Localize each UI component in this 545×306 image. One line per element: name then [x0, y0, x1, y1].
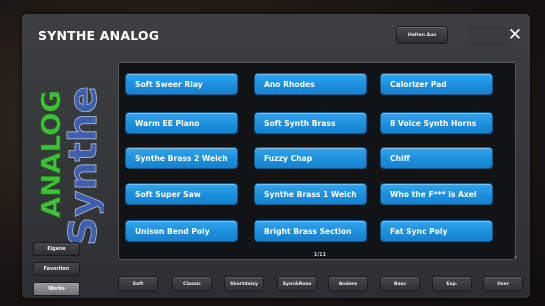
sound-tile[interactable]: Chiff	[381, 148, 492, 168]
bank-button-works[interactable]: Works	[33, 282, 80, 296]
category-button[interactable]: Exp.	[432, 276, 472, 292]
bank-button-eigene[interactable]: Eigene	[33, 242, 80, 256]
category-button[interactable]: Bass	[380, 276, 420, 292]
hold-off-button[interactable]: Halten Aus	[396, 26, 448, 44]
sound-tile[interactable]: Synthe Brass 2 Weich	[126, 148, 237, 168]
blank-button[interactable]	[470, 26, 506, 44]
sound-tile[interactable]: Bright Brass Section	[255, 221, 366, 241]
category-button[interactable]: Andere	[328, 276, 368, 292]
bank-button-favoriten[interactable]: Favoriten	[33, 262, 80, 276]
page-title: SYNTHE ANALOG	[38, 28, 160, 43]
sound-tile[interactable]: Soft Super Saw	[126, 184, 237, 204]
sound-tile[interactable]: Unison Bend Poly	[126, 221, 237, 241]
sound-tile[interactable]: Synthe Brass 1 Weich	[255, 184, 366, 204]
sound-tile[interactable]: Warm EE Piano	[126, 113, 237, 133]
sound-tile[interactable]: Fat Sync Poly	[381, 221, 492, 241]
close-icon[interactable]: ✕	[504, 25, 526, 45]
analog-synthe-logo: ANALOG Synthe	[37, 86, 104, 246]
category-button[interactable]: Soft	[118, 276, 158, 292]
scroll-dot-icon: •	[514, 255, 517, 261]
sound-tile[interactable]: Who the F*** is Axel	[381, 184, 492, 204]
category-button[interactable]: Classic	[172, 276, 212, 292]
category-button[interactable]: Shortdaisy	[224, 276, 264, 292]
logo-word-synthe: Synthe	[61, 86, 104, 246]
page-indicator: 1/11	[313, 252, 327, 258]
sound-tile[interactable]: 8 Voice Synth Horns	[381, 113, 492, 133]
sound-tile[interactable]: Fuzzy Chap	[255, 148, 366, 168]
category-button[interactable]: User	[483, 276, 523, 292]
sound-tile[interactable]: Soft Sweer Rlay	[126, 74, 237, 94]
sound-tile[interactable]: Ano Rhodes	[255, 74, 366, 94]
category-button[interactable]: Sync&Reso	[277, 276, 317, 292]
sound-tile[interactable]: Calorizer Pad	[381, 74, 492, 94]
sound-tile[interactable]: Soft Synth Brass	[255, 113, 366, 133]
